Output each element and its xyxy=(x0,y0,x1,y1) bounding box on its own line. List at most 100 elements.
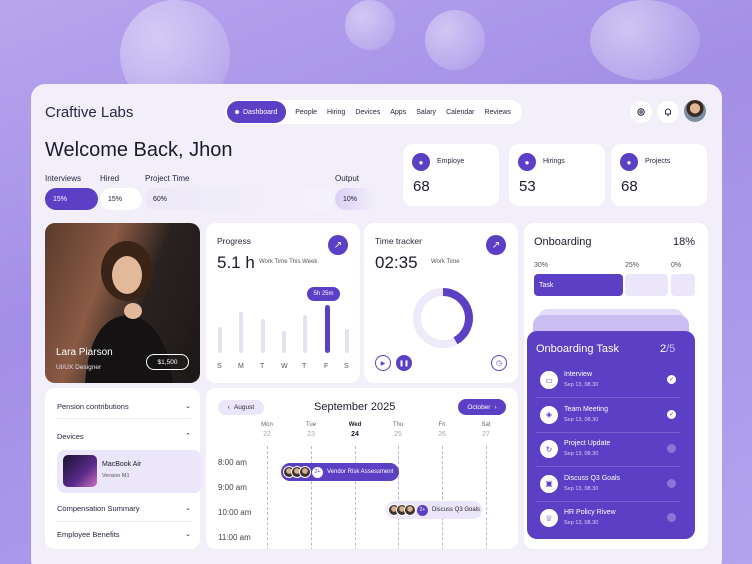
calendar-day[interactable]: Thu 25 xyxy=(383,422,413,438)
prev-month-button[interactable]: ‹ August xyxy=(218,400,264,415)
divider xyxy=(57,418,191,419)
progress-bar xyxy=(261,319,265,353)
nav-dashboard[interactable]: Dashboard xyxy=(227,101,287,123)
nav-reviews[interactable]: Reviews xyxy=(479,109,515,116)
calendar-day[interactable]: Sat 27 xyxy=(471,422,501,438)
top-nav: Dashboard People Hiring Devices Apps Sal… xyxy=(225,100,522,124)
compensation-label: Compensation Summary xyxy=(57,504,140,513)
task-name: Discuss Q3 Goals xyxy=(564,474,621,482)
progress-card: Progress ↗ 5.1 h Work Time This Week 5h … xyxy=(206,223,360,383)
day-number: 24 xyxy=(351,431,359,438)
day-name: Mon xyxy=(261,422,273,428)
stopwatch-icon: ◷ xyxy=(495,360,503,367)
prev-month-label: August xyxy=(233,404,255,411)
progress-bars xyxy=(206,303,360,353)
next-month-label: October xyxy=(467,403,491,411)
progress-open-button[interactable]: ↗ xyxy=(328,235,348,255)
day-label: W xyxy=(281,363,288,370)
nav-hiring[interactable]: Hiring xyxy=(322,109,350,116)
user-icon: ● xyxy=(620,153,638,171)
chevron-down-icon: ⌄ xyxy=(185,531,191,538)
dot-icon xyxy=(235,110,239,114)
employee-card[interactable]: ● Employe 68 xyxy=(403,144,499,206)
profile-card[interactable]: Lara Piarson UI/UX Designer $1,500 xyxy=(45,223,200,383)
calendar-day[interactable]: Mon 22 xyxy=(252,422,282,438)
settings-button[interactable] xyxy=(630,101,652,123)
chevron-down-icon: ⌄ xyxy=(185,505,191,512)
benefits-item[interactable]: Employee Benefits ⌄ xyxy=(57,530,191,539)
nav-people[interactable]: People xyxy=(290,109,322,116)
task-row[interactable]: ▣ Discuss Q3 Goals Sep 13, 08.30 xyxy=(536,469,680,502)
monitor-icon: ▭ xyxy=(540,371,558,389)
employee-label: Employe xyxy=(437,158,465,165)
decorative-bubble xyxy=(345,0,395,50)
day-gridline xyxy=(311,446,312,549)
onboarding-task-panel: Onboarding Task 2/5 ▭ Interview Sep 13, 08… xyxy=(527,331,695,539)
nav-apps[interactable]: Apps xyxy=(385,109,411,116)
segment-1-label: 30% xyxy=(534,262,549,269)
event-vendor-risk[interactable]: 2+ Vendor Risk Assessment xyxy=(281,463,399,481)
progress-hours: 5.1 h xyxy=(217,253,255,272)
time-tracker-open-button[interactable]: ↗ xyxy=(486,235,506,255)
dashboard-window: Craftive Labs Dashboard People Hiring De… xyxy=(31,84,722,564)
projects-value: 68 xyxy=(621,178,638,195)
arrow-up-right-icon: ↗ xyxy=(491,239,501,251)
day-gridline xyxy=(486,446,487,549)
day-number: 22 xyxy=(263,431,271,438)
task-date: Sep 13, 08.30 xyxy=(564,485,599,492)
progress-title: Progress xyxy=(217,236,252,246)
task-segment: Task xyxy=(534,274,623,296)
pending-dot-icon[interactable] xyxy=(667,444,676,453)
task-row[interactable]: ↻ Project Update Sep 13, 08.30 xyxy=(536,434,680,467)
compensation-item[interactable]: Compensation Summary ⌄ xyxy=(57,504,191,513)
task-row[interactable]: ▭ Interview Sep 13, 08.30 ✓ xyxy=(536,365,680,398)
trophy-icon: ♕ xyxy=(540,509,558,527)
play-button[interactable]: ▶ xyxy=(375,355,391,371)
chevron-right-icon: › xyxy=(494,403,497,411)
hirings-card[interactable]: ● Hirings 53 xyxy=(509,144,605,206)
projects-card[interactable]: ● Projects 68 xyxy=(611,144,707,206)
stopwatch-button[interactable]: ◷ xyxy=(491,355,507,371)
user-avatar[interactable] xyxy=(684,100,706,122)
pause-button[interactable]: ❚❚ xyxy=(396,355,412,371)
device-item[interactable]: MacBook Air Version M1 xyxy=(57,450,202,493)
devices-item[interactable]: Devices ⌃ xyxy=(57,432,191,441)
day-label: F xyxy=(324,363,329,370)
task-total-count: /5 xyxy=(666,343,676,355)
time-ring xyxy=(413,288,473,348)
notifications-button[interactable] xyxy=(657,101,679,123)
nav-calendar[interactable]: Calendar xyxy=(441,109,479,116)
calendar-day[interactable]: Tue 23 xyxy=(296,422,326,438)
onboarding-title: Onboarding xyxy=(534,236,592,248)
refresh-icon: ↻ xyxy=(540,440,558,458)
time-label: 11:00 am xyxy=(218,533,251,542)
calendar-day[interactable]: Wed 24 xyxy=(340,422,370,438)
task-date: Sep 13, 08.30 xyxy=(564,451,599,457)
check-icon[interactable]: ✓ xyxy=(667,375,676,384)
event-title: Discuss Q3 Goals xyxy=(432,507,481,513)
nav-dashboard-label: Dashboard xyxy=(243,108,278,116)
profile-name: Lara Piarson xyxy=(56,347,113,358)
task-row[interactable]: ♕ HR Policy Rivew Sep 13, 08.30 xyxy=(536,503,680,536)
pending-dot-icon[interactable] xyxy=(667,513,676,522)
event-discuss-q3[interactable]: 2+ Discuss Q3 Goals xyxy=(386,501,482,519)
briefcase-icon: ▣ xyxy=(540,474,558,493)
pension-item[interactable]: Pension contributions ⌄ xyxy=(57,402,191,411)
pending-dot-icon[interactable] xyxy=(667,478,676,488)
day-gridline xyxy=(442,446,443,549)
next-month-button[interactable]: October › xyxy=(458,399,506,415)
nav-devices[interactable]: Devices xyxy=(350,109,385,116)
tracker-time: 02:35 xyxy=(375,253,418,272)
task-row[interactable]: ◈ Team Meeting Sep 13, 08.30 ✓ xyxy=(536,400,680,433)
output-label: Output xyxy=(335,174,360,183)
profile-role: UI/UX Designer xyxy=(56,364,102,371)
check-icon[interactable]: ✓ xyxy=(667,409,676,419)
nav-salary[interactable]: Salary xyxy=(411,109,441,116)
divider xyxy=(57,521,191,522)
bell-icon xyxy=(665,108,671,117)
progress-bar xyxy=(282,331,286,353)
calendar-day[interactable]: Fri 26 xyxy=(427,422,457,438)
project-time-pill: 60% xyxy=(145,188,333,210)
day-gridline xyxy=(398,446,399,549)
chevron-down-icon: ⌄ xyxy=(185,403,191,410)
